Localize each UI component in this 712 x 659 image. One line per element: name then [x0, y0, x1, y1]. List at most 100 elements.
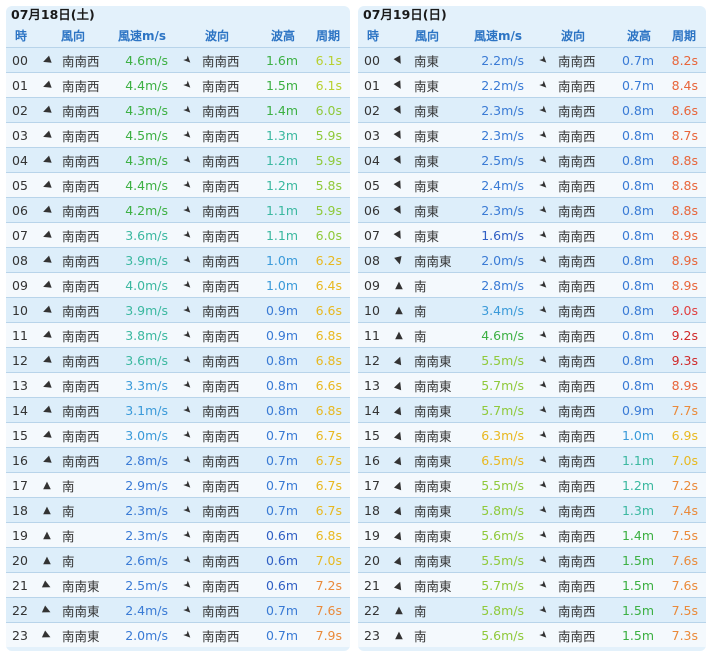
table-row: 14 ▲ 南南西 3.1m/s ➤ 南南西 0.8m 6.8s	[6, 397, 350, 423]
hour-cell: 13	[364, 377, 380, 393]
wave-direction-cell: 南南西	[202, 578, 240, 594]
wave-period-cell: 7.5s	[671, 602, 699, 618]
wind-speed-cell: 2.3m/s	[125, 527, 169, 543]
header-wind-speed: 風速m/s	[118, 29, 167, 43]
wind-speed-cell: 3.9m/s	[125, 252, 169, 268]
wave-direction-arrow-icon: ➤	[536, 353, 550, 367]
wave-direction-arrow-icon: ➤	[536, 103, 550, 117]
wave-direction-cell: 南南西	[202, 128, 240, 144]
wind-direction-arrow-icon: ▲	[392, 78, 406, 92]
wave-direction-arrow-icon: ➤	[536, 628, 550, 642]
wave-height-cell: 1.3m	[265, 127, 299, 143]
table-row: 23 ▲ 南 5.6m/s ➤ 南南西 1.5m 7.3s	[358, 622, 706, 647]
header-period: 周期	[672, 29, 697, 43]
wave-direction-arrow-icon: ➤	[536, 228, 550, 242]
wave-direction-arrow-icon: ➤	[180, 78, 194, 92]
wave-period-cell: 6.7s	[315, 452, 343, 468]
wave-height-cell: 0.8m	[621, 302, 655, 318]
wind-direction-cell: 南南西	[62, 253, 100, 269]
table-row: 09 ▲ 南南西 4.0m/s ➤ 南南西 1.0m 6.4s	[6, 272, 350, 298]
wave-direction-arrow-icon: ➤	[536, 303, 550, 317]
wind-direction-cell: 南南東	[62, 603, 100, 619]
wind-speed-cell: 5.8m/s	[481, 502, 525, 518]
wave-direction-arrow-icon: ➤	[536, 528, 550, 542]
forecast-table: 時 風向 風速m/s 波向 波高 周期 00 ▲ 南南西 4.6m/s ➤ 南南西 1.6m…	[6, 24, 350, 647]
wind-direction-arrow-icon: ▲	[395, 279, 403, 291]
table-row: 21 ▲ 南南東 2.5m/s ➤ 南南西 0.6m 7.2s	[6, 572, 350, 598]
wave-period-cell: 7.9s	[315, 627, 343, 643]
wave-period-cell: 8.9s	[671, 377, 699, 393]
hour-cell: 00	[12, 52, 28, 68]
wave-height-cell: 1.6m	[265, 52, 299, 68]
wave-period-cell: 6.1s	[315, 52, 343, 68]
wave-direction-cell: 南南西	[558, 378, 596, 394]
wave-period-cell: 7.6s	[315, 602, 343, 618]
wave-direction-cell: 南南西	[202, 428, 240, 444]
wind-direction-arrow-icon: ▲	[43, 504, 51, 516]
wave-height-cell: 1.0m	[265, 277, 299, 293]
hour-cell: 05	[12, 177, 28, 193]
hour-cell: 12	[364, 352, 380, 368]
wave-height-cell: 0.8m	[621, 277, 655, 293]
wind-direction-arrow-icon: ▲	[40, 304, 54, 316]
wind-direction-cell: 南南東	[414, 353, 452, 369]
table-row: 18 ▲ 南 2.3m/s ➤ 南南西 0.7m 6.7s	[6, 497, 350, 523]
wave-period-cell: 6.0s	[315, 227, 343, 243]
wind-direction-cell: 南東	[414, 53, 440, 69]
wind-direction-arrow-icon: ▲	[395, 329, 403, 341]
wind-direction-arrow-icon: ▲	[393, 578, 405, 592]
wave-height-cell: 0.9m	[621, 402, 655, 418]
wave-period-cell: 7.2s	[315, 577, 343, 593]
wind-speed-cell: 2.5m/s	[481, 152, 525, 168]
wave-direction-arrow-icon: ➤	[180, 153, 194, 167]
wave-period-cell: 7.0s	[315, 552, 343, 568]
wind-direction-cell: 南南西	[62, 103, 100, 119]
hour-cell: 23	[364, 627, 380, 643]
wind-direction-arrow-icon: ▲	[40, 154, 54, 166]
wind-direction-arrow-icon: ▲	[392, 53, 406, 67]
wave-direction-cell: 南南西	[558, 103, 596, 119]
wave-direction-arrow-icon: ➤	[180, 128, 194, 142]
wave-height-cell: 1.5m	[621, 577, 655, 593]
wind-speed-cell: 2.2m/s	[481, 77, 525, 93]
wave-direction-cell: 南南西	[202, 603, 240, 619]
wave-direction-cell: 南南西	[202, 228, 240, 244]
wave-direction-cell: 南南西	[202, 178, 240, 194]
table-row: 00 ▲ 南南西 4.6m/s ➤ 南南西 1.6m 6.1s	[6, 47, 350, 73]
wind-direction-cell: 南	[62, 478, 75, 494]
wind-speed-cell: 2.3m/s	[481, 202, 525, 218]
wind-direction-arrow-icon: ▲	[392, 228, 406, 242]
hour-cell: 14	[364, 402, 380, 418]
table-row: 03 ▲ 南南西 4.5m/s ➤ 南南西 1.3m 5.9s	[6, 122, 350, 148]
wave-period-cell: 6.6s	[315, 377, 343, 393]
wave-period-cell: 7.7s	[671, 402, 699, 418]
table-row: 03 ▲ 南東 2.3m/s ➤ 南南西 0.8m 8.7s	[358, 122, 706, 148]
wave-period-cell: 6.7s	[315, 427, 343, 443]
wave-direction-arrow-icon: ➤	[180, 353, 194, 367]
wave-height-cell: 0.8m	[621, 352, 655, 368]
wave-period-cell: 8.9s	[671, 227, 699, 243]
hour-cell: 00	[364, 52, 380, 68]
header-wave-height: 波高	[627, 29, 652, 43]
hour-cell: 10	[364, 302, 380, 318]
forecast-panel-day2: 07月19日(日) 時 風向 風速m/s 波向 波高 周期 00 ▲ 南東 2.2m/…	[358, 6, 706, 651]
wind-direction-arrow-icon: ▲	[393, 453, 405, 467]
table-row: 14 ▲ 南南東 5.7m/s ➤ 南南西 0.9m 7.7s	[358, 397, 706, 423]
wind-direction-arrow-icon: ▲	[40, 429, 54, 441]
table-row: 15 ▲ 南南東 6.3m/s ➤ 南南西 1.0m 6.9s	[358, 422, 706, 448]
wind-speed-cell: 2.4m/s	[125, 602, 169, 618]
wind-direction-cell: 南	[414, 303, 427, 319]
wind-direction-cell: 南	[414, 328, 427, 344]
hour-cell: 07	[12, 227, 28, 243]
wind-speed-cell: 3.4m/s	[481, 302, 525, 318]
wind-direction-cell: 南南東	[62, 578, 100, 594]
wave-direction-cell: 南南西	[558, 603, 596, 619]
wave-height-cell: 1.1m	[265, 202, 299, 218]
date-title: 07月18日(土)	[11, 7, 95, 22]
wave-direction-cell: 南南西	[202, 553, 240, 569]
wave-period-cell: 5.9s	[315, 152, 343, 168]
header-hour: 時	[14, 29, 27, 43]
wave-period-cell: 5.9s	[315, 202, 343, 218]
wind-direction-arrow-icon: ▲	[40, 579, 54, 591]
table-row: 16 ▲ 南南東 6.5m/s ➤ 南南西 1.1m 7.0s	[358, 447, 706, 473]
